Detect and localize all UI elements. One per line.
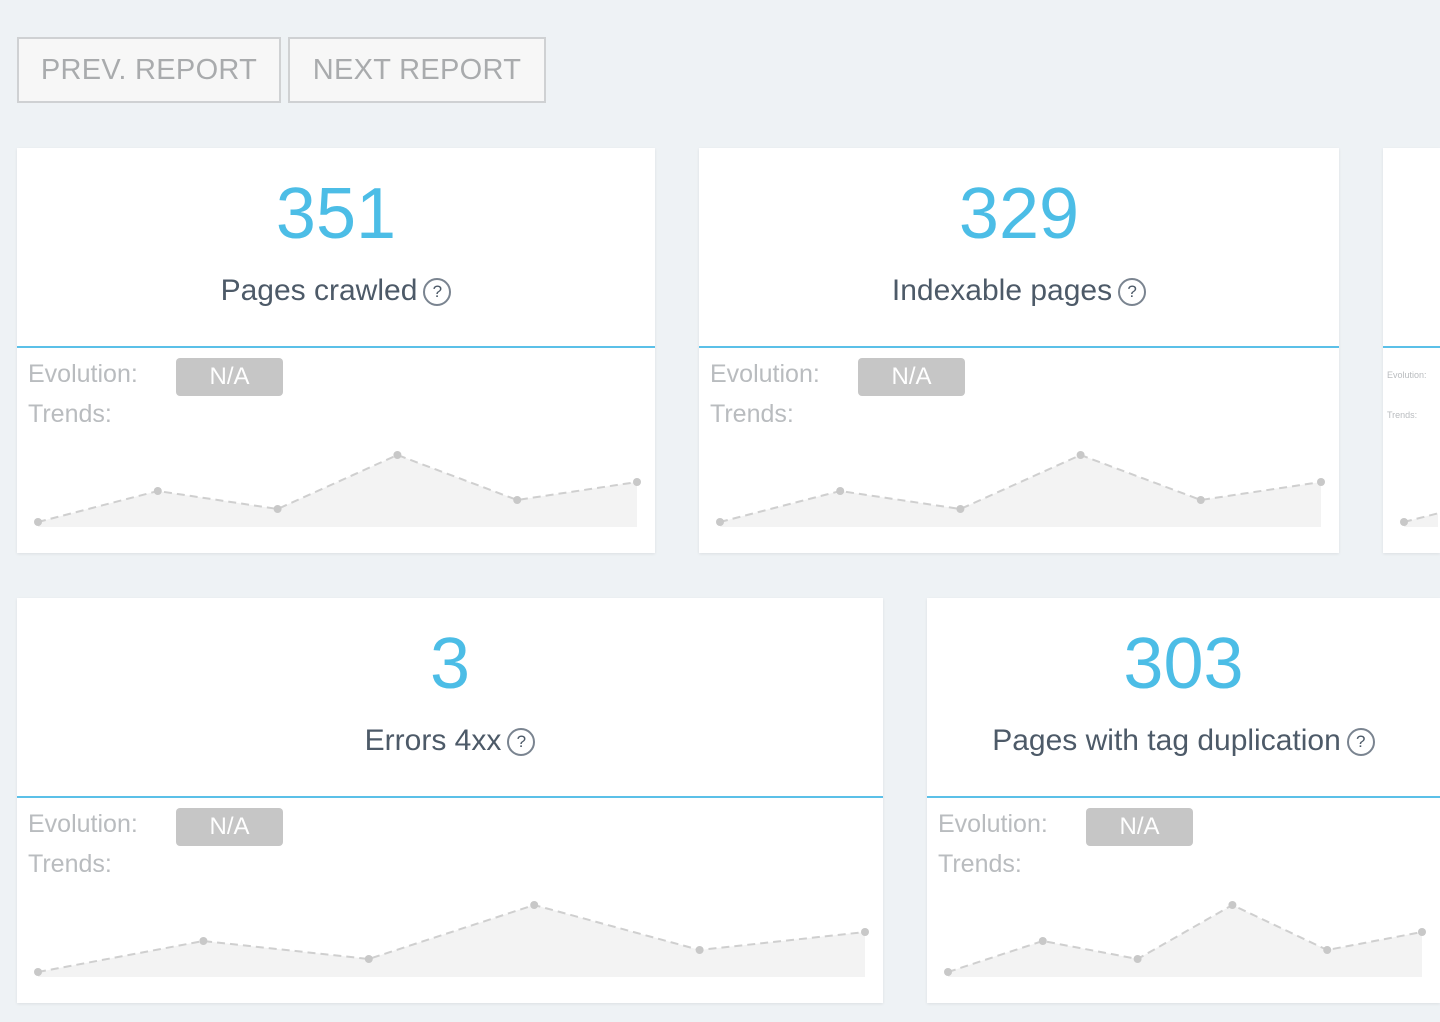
trends-label: Trends: <box>938 850 1022 878</box>
help-icon[interactable]: ? <box>423 278 452 306</box>
trend-point <box>34 968 42 976</box>
trends-label: Trends: <box>28 400 112 428</box>
help-icon[interactable]: ? <box>507 728 536 756</box>
trend-sparkline <box>716 451 1325 527</box>
metric-card-tag-duplication: 303 Pages with tag duplication? Evolutio… <box>927 598 1440 1003</box>
trend-point <box>273 505 282 513</box>
trend-point <box>530 901 539 909</box>
metric-card-indexable-pages: 329 Indexable pages? Evolution: N/A Tren… <box>699 148 1339 553</box>
trend-point <box>1076 451 1085 459</box>
evolution-badge: N/A <box>1086 808 1193 846</box>
trend-area <box>38 905 865 977</box>
evolution-badge: N/A <box>858 358 965 396</box>
trend-point <box>513 496 522 504</box>
trend-point <box>1317 478 1325 486</box>
metric-card-pages-crawled: 351 Pages crawled? Evolution: N/A Trends… <box>17 148 655 553</box>
trend-point <box>861 928 869 936</box>
evolution-label: Evolution: <box>710 360 820 388</box>
trend-area <box>720 455 1321 527</box>
trend-point <box>956 505 965 513</box>
metric-label: Indexable pages <box>891 274 1113 307</box>
metric-value: 303 <box>1123 624 1244 704</box>
trends-label: Trends: <box>1387 410 1418 420</box>
trend-sparkline <box>34 451 641 527</box>
trend-point <box>364 955 373 963</box>
metric-label: Pages with tag duplication <box>992 724 1341 757</box>
prev-report-button[interactable]: PREV. REPORT <box>17 37 281 103</box>
trend-area <box>38 455 637 527</box>
trend-point <box>1400 518 1408 526</box>
trends-label: Trends: <box>28 850 112 878</box>
trend-point <box>1323 946 1332 954</box>
trend-point <box>695 946 704 954</box>
help-icon[interactable]: ? <box>1118 278 1147 306</box>
metric-label: Errors 4xx <box>364 724 502 757</box>
trend-point <box>836 487 845 495</box>
trend-point <box>393 451 402 459</box>
trend-point <box>633 478 641 486</box>
trend-point <box>1038 937 1047 945</box>
evolution-label: Evolution: <box>28 810 138 838</box>
metric-value: 3 <box>429 624 471 704</box>
trend-point <box>1133 955 1142 963</box>
trend-point <box>1228 901 1237 909</box>
metric-label: Pages crawled <box>220 274 418 307</box>
evolution-badge: N/A <box>176 808 283 846</box>
evolution-label: Evolution: <box>1387 370 1427 380</box>
trend-point <box>1196 496 1205 504</box>
trend-area <box>948 905 1422 977</box>
evolution-label: Evolution: <box>28 360 138 388</box>
trend-sparkline <box>34 901 869 977</box>
trend-sparkline <box>1400 512 1439 527</box>
trends-label: Trends: <box>710 400 794 428</box>
metric-value: 351 <box>275 174 397 254</box>
help-icon[interactable]: ? <box>1346 728 1375 756</box>
trend-point <box>153 487 162 495</box>
evolution-badge: N/A <box>176 358 283 396</box>
metric-card-partial: Evolution: Trends: <box>1383 148 1440 553</box>
trend-point <box>944 968 952 976</box>
evolution-label: Evolution: <box>938 810 1048 838</box>
next-report-button[interactable]: NEXT REPORT <box>288 37 546 103</box>
trend-point <box>34 518 42 526</box>
metric-value: 329 <box>958 174 1080 254</box>
trend-point <box>1418 928 1426 936</box>
trend-point <box>716 518 724 526</box>
trend-point <box>199 937 208 945</box>
trend-sparkline <box>944 901 1426 977</box>
metric-card-errors-4xx: 3 Errors 4xx? Evolution: N/A Trends: <box>17 598 883 1003</box>
